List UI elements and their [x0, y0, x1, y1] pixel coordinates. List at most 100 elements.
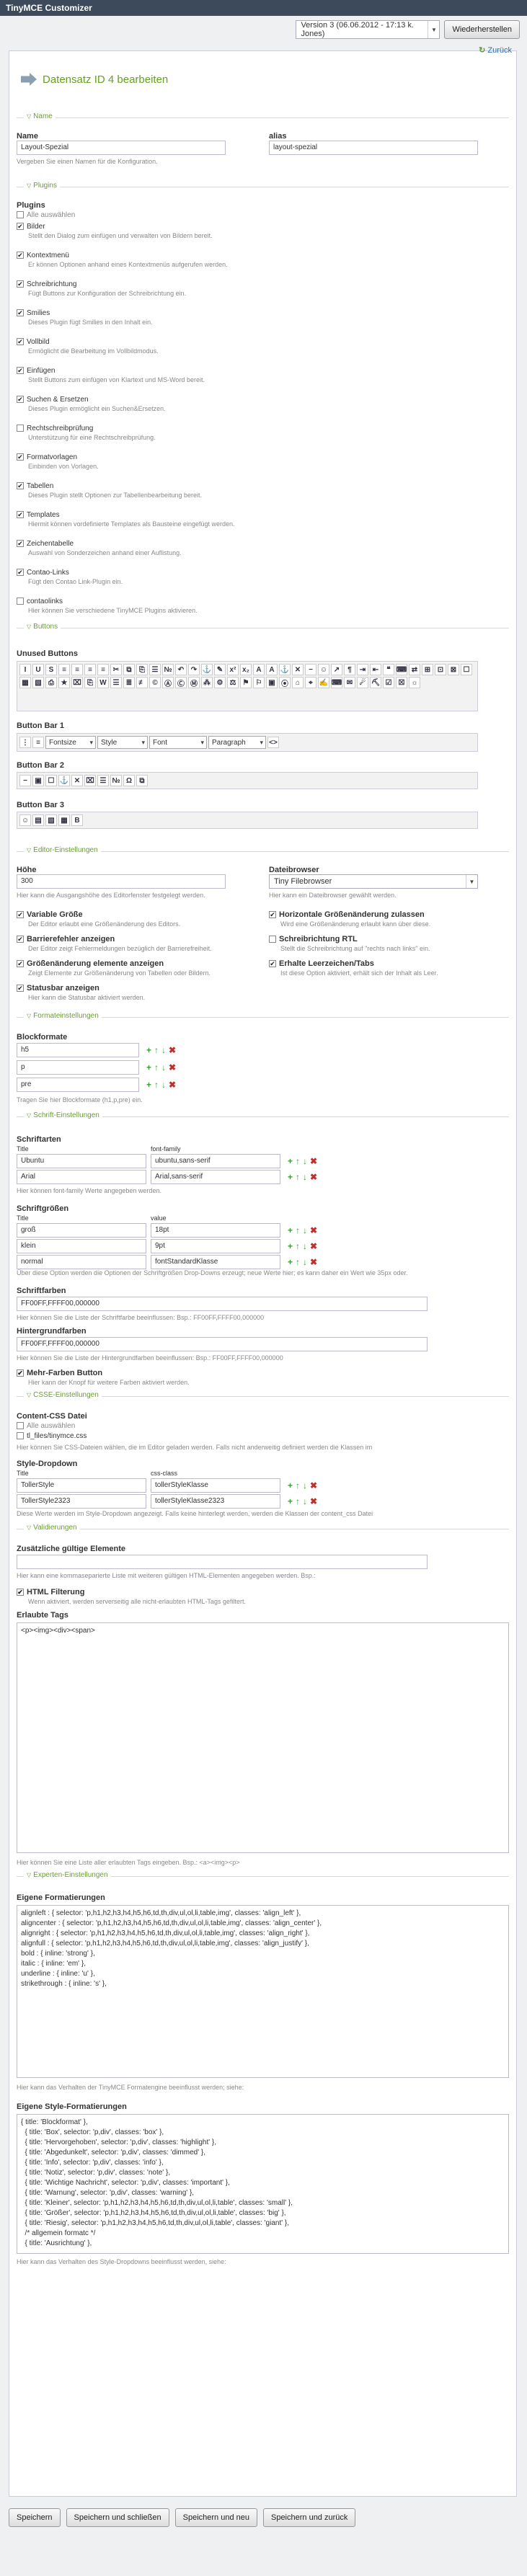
align-left-icon[interactable]: ≡	[58, 664, 70, 675]
underline-icon[interactable]: U	[32, 664, 44, 675]
col-icon[interactable]: ⊠	[448, 664, 459, 675]
redo-icon[interactable]: ↷	[188, 664, 200, 675]
style-class-field[interactable]: tollerStyleKlasse2323	[151, 1494, 280, 1509]
move-down-icon[interactable]: ↓	[303, 1496, 307, 1506]
strike-icon[interactable]: S	[45, 664, 57, 675]
plugin-checkbox[interactable]	[17, 511, 24, 519]
plugin-item[interactable]: Schreibrichtung Fügt Buttons zur Konfigur…	[17, 280, 186, 297]
delete-icon[interactable]: ✖	[310, 1156, 317, 1166]
plugin-checkbox[interactable]	[17, 396, 24, 404]
image-icon[interactable]: ▣	[32, 775, 44, 786]
editor-option[interactable]: Statusbar anzeigen Hier kann die Statusba…	[17, 984, 254, 1001]
plugin-item[interactable]: Rechtschreibprüfung Unterstützung für ein…	[17, 425, 156, 441]
extra-elements-field[interactable]	[17, 1555, 428, 1569]
fullscreen-icon[interactable]: ↗	[331, 664, 342, 675]
keyboard-icon[interactable]: ⌨	[331, 677, 342, 688]
search-icon[interactable]: ⌨	[396, 664, 407, 675]
cite-icon[interactable]: Ⓒ	[175, 677, 187, 688]
blockquote-icon[interactable]: ❝	[383, 664, 394, 675]
edit-icon[interactable]: ✍	[318, 677, 329, 688]
blockformat-field[interactable]: p	[17, 1060, 139, 1075]
plugin-item[interactable]: BilderStellt den Dialog zum einfügen und…	[17, 223, 213, 239]
css-file-checkbox[interactable]	[17, 1432, 24, 1440]
plugin-item[interactable]: TemplatesHiermit können vordefinierte Te…	[17, 511, 235, 528]
option-checkbox[interactable]	[17, 960, 24, 968]
style-title-field[interactable]: TollerStyle	[17, 1478, 146, 1493]
align-center-icon[interactable]: ≡	[71, 664, 83, 675]
delete-icon[interactable]: ⌧	[84, 775, 96, 786]
move-up-icon[interactable]: ↑	[154, 1062, 159, 1072]
link-icon[interactable]: ⚓	[279, 664, 291, 675]
size-value-field[interactable]: fontStandardKlasse	[151, 1255, 280, 1269]
move-down-icon[interactable]: ↓	[161, 1045, 166, 1055]
image-icon[interactable]: ☼	[409, 677, 420, 688]
option-checkbox[interactable]	[269, 911, 276, 919]
visualaid-icon[interactable]: ¶	[344, 664, 355, 675]
block-icon[interactable]: ▣	[266, 677, 278, 688]
size-title-field[interactable]: normal	[17, 1255, 146, 1269]
more-colors-checkbox[interactable]	[17, 1369, 24, 1377]
plugin-item[interactable]: Suchen & ErsetzenDieses Plugin ermöglich…	[17, 396, 166, 412]
browser-select[interactable]: Tiny Filebrowser ▼	[269, 874, 478, 889]
copy-icon[interactable]: ⧉	[123, 664, 135, 675]
outdent-icon[interactable]: ⇤	[370, 664, 381, 675]
charmap-icon[interactable]: ©	[149, 677, 161, 688]
move-down-icon[interactable]: ↓	[303, 1156, 307, 1166]
plugin-item[interactable]: VollbildErmöglicht die Bearbeitung im Vo…	[17, 338, 159, 355]
size-value-field[interactable]: 9pt	[151, 1239, 280, 1253]
back-link[interactable]: ↻ Zurück	[479, 45, 512, 55]
align-justify-icon[interactable]: ≡	[97, 664, 109, 675]
align-right-icon[interactable]: ≡	[84, 664, 96, 675]
plugin-checkbox[interactable]	[17, 453, 24, 461]
delete-icon[interactable]: ⌧	[71, 677, 83, 688]
move-down-icon[interactable]: ↓	[303, 1257, 307, 1267]
style-select[interactable]: Style	[97, 736, 148, 749]
move-down-icon[interactable]: ↓	[161, 1062, 166, 1072]
option-checkbox[interactable]	[17, 936, 24, 943]
settings-icon[interactable]: ⚙	[214, 677, 226, 688]
section-validation[interactable]: Validierungen	[17, 1524, 509, 1537]
move-up-icon[interactable]: ↑	[296, 1172, 300, 1182]
html-filter-option[interactable]: HTML Filterung	[17, 1588, 84, 1596]
align-icon[interactable]: ≡	[32, 737, 44, 748]
name-field[interactable]: Layout-Spezial	[17, 141, 226, 155]
plugin-checkbox[interactable]	[17, 569, 24, 577]
forecolor-icon[interactable]: A	[253, 664, 265, 675]
height-field[interactable]: 300	[17, 874, 226, 889]
plugin-item[interactable]: EinfügenStellt Buttons zum einfügen von …	[17, 367, 205, 383]
select-all-checkbox[interactable]	[17, 211, 24, 219]
merge-icon[interactable]: ▦	[19, 677, 31, 688]
clear-icon[interactable]: ☄	[357, 677, 368, 688]
nonbreak-icon[interactable]: ⦿	[279, 677, 291, 688]
move-up-icon[interactable]: ↑	[154, 1080, 159, 1090]
plugins-select-all[interactable]: Alle auswählen	[17, 211, 75, 219]
plugin-checkbox[interactable]	[17, 338, 24, 346]
numlist-icon[interactable]: №	[162, 664, 174, 675]
more-colors-option[interactable]: Mehr-Farben Button	[17, 1369, 102, 1377]
spell-icon[interactable]: ⁂	[201, 677, 213, 688]
backcolor-icon[interactable]: A	[266, 664, 278, 675]
own-formats-textarea[interactable]: alignleft : { selector: 'p,h1,h2,h3,h4,h…	[17, 1905, 509, 2078]
delete-icon[interactable]: ✖	[310, 1480, 317, 1491]
target-icon[interactable]: ⌖	[305, 677, 316, 688]
hr-icon[interactable]: −	[305, 664, 316, 675]
section-expert[interactable]: Experten-Einstellungen	[17, 1871, 509, 1885]
size-value-field[interactable]: 18pt	[151, 1223, 280, 1238]
delete-icon[interactable]: ✖	[310, 1241, 317, 1251]
table-icon[interactable]: ▤	[32, 814, 44, 826]
rtl-icon[interactable]: ≣	[123, 677, 135, 688]
plugin-item[interactable]: Formatvorlagen Einbinden von Vorlagen.	[17, 453, 99, 470]
font-select[interactable]: Font	[149, 736, 207, 749]
section-plugins[interactable]: Plugins	[17, 182, 509, 195]
template-icon[interactable]: ★	[58, 677, 70, 688]
bold-icon[interactable]: B	[71, 814, 83, 826]
allowed-tags-textarea[interactable]: <p><img><div><span>	[17, 1622, 509, 1853]
option-checkbox[interactable]	[269, 960, 276, 968]
plugin-item[interactable]: ZeichentabelleAuswahl von Sonderzeichen …	[17, 540, 182, 556]
separator-icon[interactable]: ☐	[45, 775, 57, 786]
media-icon[interactable]: Ⓜ	[188, 677, 200, 688]
save-close-button[interactable]: Speichern und schließen	[66, 2508, 169, 2527]
home-icon[interactable]: ⌂	[292, 677, 304, 688]
plugin-checkbox[interactable]	[17, 367, 24, 375]
delete-icon[interactable]: ✖	[310, 1225, 317, 1235]
